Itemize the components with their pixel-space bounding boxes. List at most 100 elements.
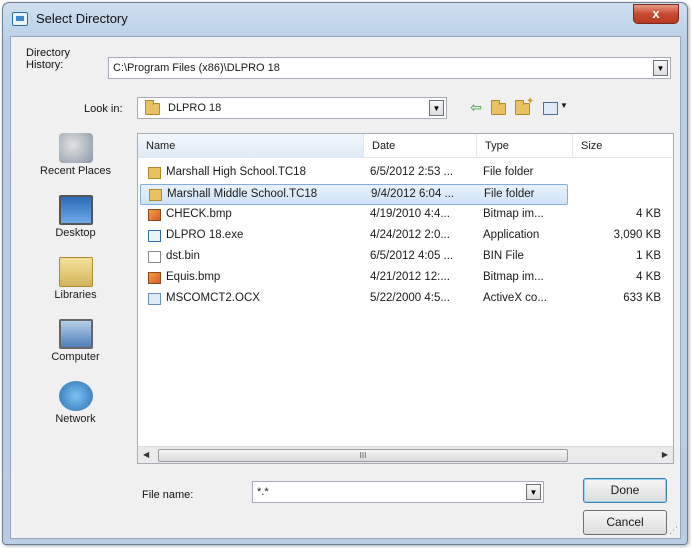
place-recent-places[interactable]: Recent Places (19, 133, 132, 177)
file-size: 3,090 KB (613, 229, 661, 241)
place-label: Recent Places (40, 165, 111, 177)
bin-file-icon (148, 251, 161, 263)
directory-history-label-line1: Directory (26, 47, 71, 59)
file-row-selected[interactable]: Marshall Middle School.TC18 9/4/2012 6:0… (140, 184, 568, 205)
file-name: MSCOMCT2.OCX (166, 292, 260, 304)
file-type: Bitmap im... (483, 271, 544, 283)
cancel-button[interactable]: Cancel (583, 510, 667, 535)
file-name-label: File name: (142, 489, 194, 501)
file-type: File folder (483, 166, 534, 178)
file-name: DLPRO 18.exe (166, 229, 244, 241)
folder-icon (145, 100, 160, 115)
file-type: File folder (484, 188, 535, 200)
libraries-icon (58, 257, 93, 287)
file-list[interactable]: ^ Name Date Type Size Marshall High Scho… (137, 133, 674, 464)
title-bar[interactable]: Select Directory x (3, 3, 687, 37)
file-date: 6/5/2012 4:05 ... (370, 250, 454, 262)
place-label: Desktop (55, 227, 96, 239)
file-type: BIN File (483, 250, 524, 262)
network-icon (58, 381, 93, 411)
file-date: 4/24/2012 2:0... (370, 229, 450, 241)
scrollbar-thumb[interactable]: III (158, 449, 568, 462)
look-in-value: DLPRO 18 (168, 102, 222, 114)
file-row[interactable]: CHECK.bmp 4/19/2010 4:4... Bitmap im... … (140, 205, 661, 226)
file-size: 4 KB (636, 271, 661, 283)
bitmap-file-icon (148, 272, 161, 284)
file-name: CHECK.bmp (166, 208, 232, 220)
application-icon (148, 230, 161, 242)
places-bar: Recent Places Desktop Libraries Computer… (19, 123, 132, 463)
dialog-app-icon (12, 12, 28, 26)
file-type: Bitmap im... (483, 208, 544, 220)
resize-grip-icon[interactable]: ⋰ (669, 525, 678, 536)
close-button[interactable]: x (633, 4, 679, 24)
folder-icon (148, 167, 161, 179)
sparkle-icon: ✦ (526, 96, 535, 107)
file-name: Marshall High School.TC18 (166, 166, 306, 178)
place-network[interactable]: Network (19, 381, 132, 425)
view-grid-icon (543, 102, 558, 115)
directory-history-combo[interactable]: C:\Program Files (x86)\DLPRO 18 ▼ (108, 57, 671, 79)
bitmap-file-icon (148, 209, 161, 221)
file-date: 4/19/2010 4:4... (370, 208, 450, 220)
place-label: Computer (51, 351, 100, 363)
view-menu-icon[interactable]: ▼ (541, 99, 569, 117)
file-date: 4/21/2012 12:... (370, 271, 450, 283)
place-computer[interactable]: Computer (19, 319, 132, 363)
done-button[interactable]: Done (583, 478, 667, 503)
file-date: 5/22/2000 4:5... (370, 292, 450, 304)
file-row[interactable]: MSCOMCT2.OCX 5/22/2000 4:5... ActiveX co… (140, 289, 661, 310)
file-row[interactable]: DLPRO 18.exe 4/24/2012 2:0... Applicatio… (140, 226, 661, 247)
up-folder-icon[interactable] (489, 99, 509, 117)
column-header-name[interactable]: ^ Name (138, 134, 364, 158)
directory-history-label-line2: History: (26, 59, 64, 71)
column-header-type[interactable]: Type (477, 134, 573, 158)
file-name: Marshall Middle School.TC18 (167, 188, 318, 200)
place-desktop[interactable]: Desktop (19, 195, 132, 239)
folder-icon (149, 189, 162, 201)
file-type: Application (483, 229, 540, 241)
column-header-name-label: Name (146, 140, 176, 152)
look-in-combo[interactable]: DLPRO 18 ▼ (137, 97, 447, 119)
file-size: 1 KB (636, 250, 661, 262)
look-in-label: Look in: (84, 103, 123, 115)
file-size: 4 KB (636, 208, 661, 220)
chevron-down-icon[interactable]: ▼ (429, 100, 444, 116)
back-arrow-icon[interactable]: ⇦ (467, 99, 485, 117)
chevron-down-icon[interactable]: ▼ (653, 60, 668, 76)
desktop-icon (58, 195, 93, 225)
select-directory-dialog: Select Directory x Directory History: C:… (2, 2, 688, 545)
dialog-title: Select Directory (36, 11, 128, 26)
file-row[interactable]: dst.bin 6/5/2012 4:05 ... BIN File 1 KB (140, 247, 661, 268)
recent-places-icon (58, 133, 93, 163)
scroll-right-icon[interactable]: ▶ (662, 450, 668, 459)
file-row[interactable]: Marshall High School.TC18 6/5/2012 2:53 … (140, 163, 568, 184)
scroll-left-icon[interactable]: ◀ (143, 450, 149, 459)
horizontal-scrollbar[interactable]: ◀ III ▶ (138, 446, 673, 463)
directory-history-value: C:\Program Files (x86)\DLPRO 18 (113, 62, 280, 74)
place-label: Network (55, 413, 96, 425)
file-date: 9/4/2012 6:04 ... (371, 188, 455, 200)
activex-control-icon (148, 293, 161, 305)
chevron-down-icon: ▼ (560, 101, 568, 110)
dialog-body: Directory History: C:\Program Files (x86… (10, 36, 681, 539)
column-header-date[interactable]: Date (364, 134, 477, 158)
new-folder-icon[interactable]: ✦ (513, 96, 535, 117)
chevron-down-icon[interactable]: ▼ (526, 484, 541, 500)
folder-icon (491, 100, 506, 115)
column-header-row: ^ Name Date Type Size (138, 134, 673, 158)
file-name: Equis.bmp (166, 271, 221, 283)
place-label: Libraries (54, 289, 97, 301)
computer-icon (58, 319, 93, 349)
file-name-value: *.* (257, 486, 269, 498)
file-name: dst.bin (166, 250, 200, 262)
file-date: 6/5/2012 2:53 ... (370, 166, 454, 178)
file-size: 633 KB (623, 292, 661, 304)
directory-history-label: Directory History: (26, 47, 70, 71)
file-name-combo[interactable]: *.* ▼ (252, 481, 544, 503)
place-libraries[interactable]: Libraries (19, 257, 132, 301)
file-type: ActiveX co... (483, 292, 547, 304)
file-row[interactable]: Equis.bmp 4/21/2012 12:... Bitmap im... … (140, 268, 661, 289)
sort-indicator-icon: ^ (248, 133, 252, 139)
column-header-size[interactable]: Size (573, 134, 673, 158)
